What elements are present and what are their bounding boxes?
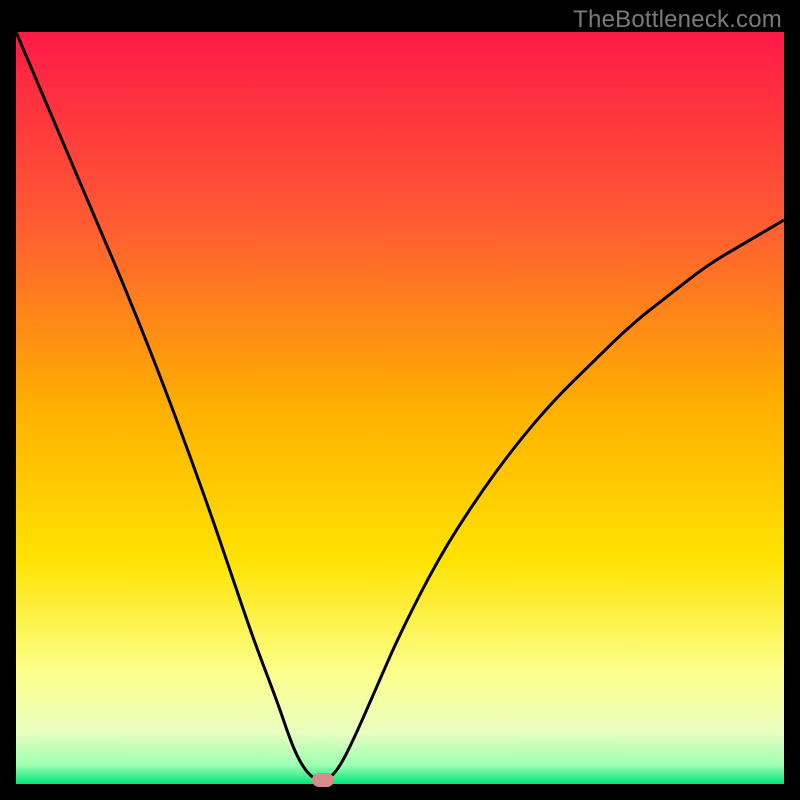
optimal-point-marker: [312, 773, 334, 787]
watermark-text: TheBottleneck.com: [573, 6, 782, 34]
bottleneck-chart: [16, 32, 784, 784]
chart-frame: [16, 32, 784, 784]
gradient-background: [16, 32, 784, 784]
